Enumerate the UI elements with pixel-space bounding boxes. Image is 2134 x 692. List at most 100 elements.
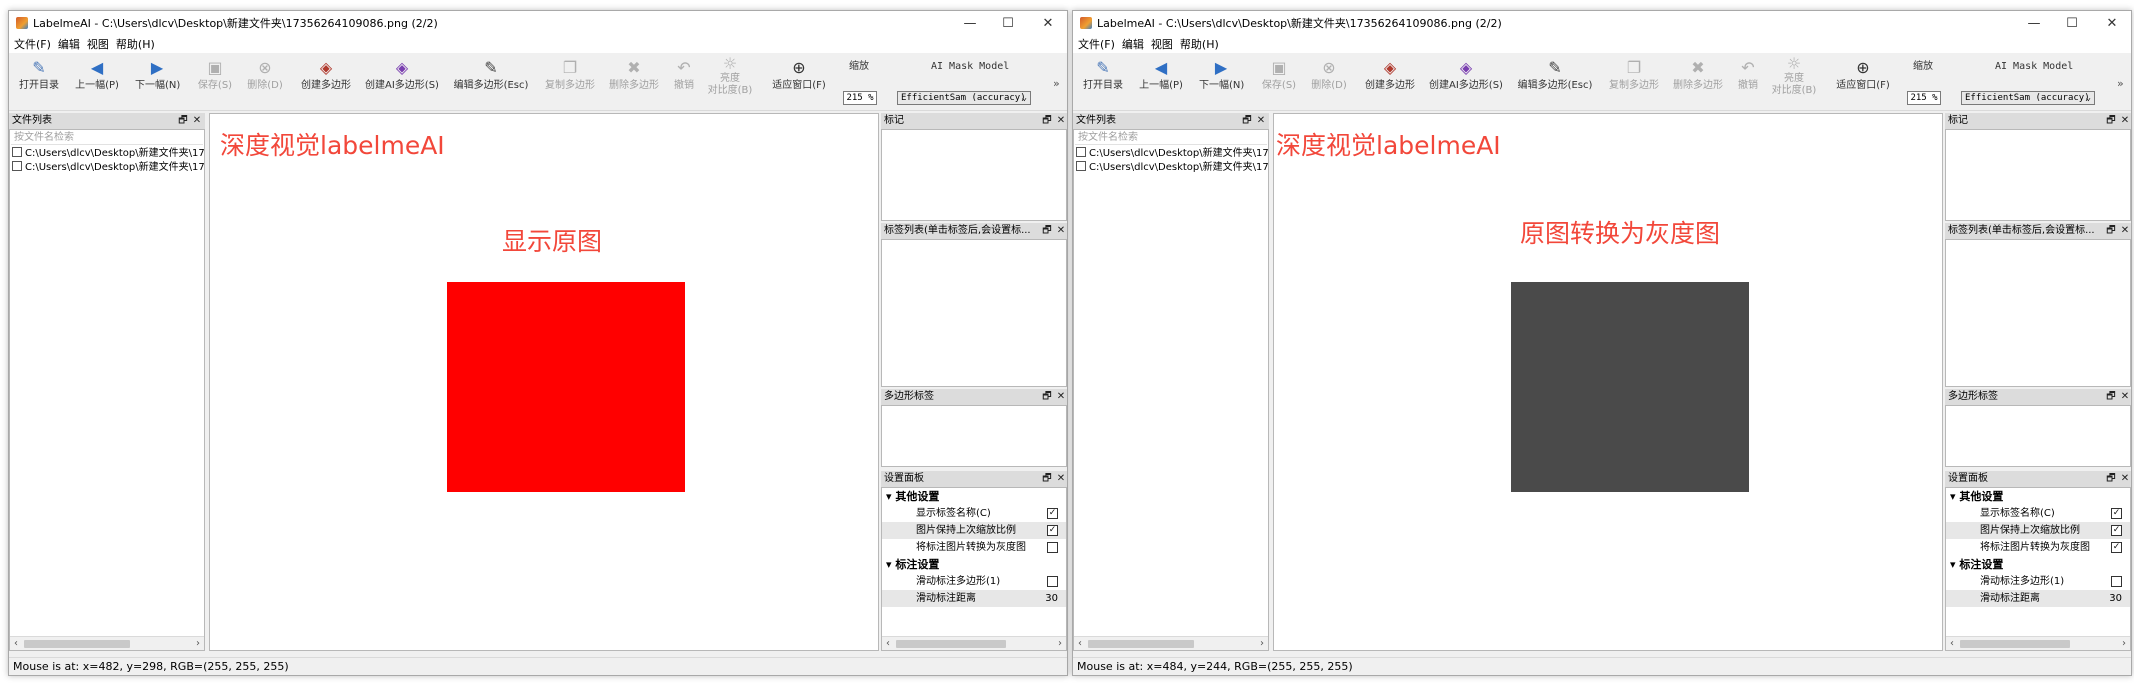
float-icon[interactable]: 🗗 [1241,113,1253,129]
close-panel-icon[interactable]: ✕ [1055,223,1067,239]
scroll-left-icon[interactable]: ‹ [882,637,894,650]
distance-value[interactable]: 30 [2109,590,2122,607]
next-image-button[interactable]: ▶ 下一幅(N) [1199,57,1244,107]
checkbox[interactable] [12,147,22,157]
settings-row[interactable]: 图片保持上次缩放比例 ✓ [882,522,1066,539]
float-icon[interactable]: 🗗 [1041,389,1053,405]
settings-row[interactable]: 将标注图片转换为灰度图 [882,539,1066,556]
checkbox[interactable] [1076,161,1086,171]
file-list-item[interactable]: C:\Users\dlcv\Desktop\新建文件夹\17 [1076,161,1268,175]
file-list-item[interactable]: C:\Users\dlcv\Desktop\新建文件夹\17 [1076,147,1268,161]
settings-scrollbar[interactable]: ‹ › [1946,636,2130,650]
file-list-item[interactable]: C:\Users\dlcv\Desktop\新建文件夹\17 [12,147,204,161]
open-dir-button[interactable]: ✎ 打开目录 [1083,57,1123,107]
scroll-right-icon[interactable]: › [1054,637,1066,650]
settings-row[interactable]: 显示标签名称(C) ✓ [1946,505,2130,522]
fit-window-button[interactable]: ⊕ 适应窗口(F) [1833,57,1893,107]
checkbox[interactable] [1047,542,1058,553]
scroll-right-icon[interactable]: › [192,637,204,650]
file-search-input[interactable]: 按文件名检索 [1075,131,1267,145]
image-canvas[interactable]: 深度视觉labelmeAI 显示原图 [209,113,879,651]
settings-row[interactable]: 滑动标注距离 30 [1946,590,2130,607]
toolbar-more-button[interactable]: » [1053,77,1060,90]
ai-model-select[interactable]: EfficientSam (accuracy) ⌄ [1961,91,2095,105]
copy-polygon-button[interactable]: ❐ 复制多边形 [1607,57,1661,107]
scroll-right-icon[interactable]: › [1256,637,1268,650]
undo-button[interactable]: ↶ 撤销 [1733,57,1763,107]
menu-view[interactable]: 视图 [1151,36,1180,52]
settings-group-other[interactable]: ▾ 其他设置 [1950,488,2003,505]
create-polygon-button[interactable]: ◈ 创建多边形 [299,57,353,107]
undo-button[interactable]: ↶ 撤销 [669,57,699,107]
close-panel-icon[interactable]: ✕ [2119,389,2131,405]
brightness-contrast-button[interactable]: ☼ 亮度 对比度(B) [1769,53,1819,103]
settings-row[interactable]: 显示标签名称(C) ✓ [882,505,1066,522]
checkbox-checked[interactable]: ✓ [2111,525,2122,536]
scrollbar-thumb[interactable] [896,640,1006,648]
scrollbar-thumb[interactable] [24,640,130,648]
file-list-scrollbar[interactable]: ‹ › [1074,636,1268,650]
scroll-left-icon[interactable]: ‹ [10,637,22,650]
ai-model-select[interactable]: EfficientSam (accuracy) ⌄ [897,91,1031,105]
create-ai-polygon-button[interactable]: ◈ 创建AI多边形(S) [363,57,441,107]
menu-help[interactable]: 帮助(H) [116,36,162,52]
menu-help[interactable]: 帮助(H) [1180,36,1226,52]
checkbox[interactable] [1047,576,1058,587]
settings-row[interactable]: 将标注图片转换为灰度图 ✓ [1946,539,2130,556]
close-panel-icon[interactable]: ✕ [2119,471,2131,487]
edit-polygon-button[interactable]: ✎ 编辑多边形(Esc) [1517,57,1593,107]
menu-view[interactable]: 视图 [87,36,116,52]
zoom-spinbox[interactable]: 215 % [1907,91,1941,105]
close-panel-icon[interactable]: ✕ [191,113,203,129]
settings-row[interactable]: 滑动标注多边形(1) [882,573,1066,590]
checkbox-checked[interactable]: ✓ [2111,508,2122,519]
fit-window-button[interactable]: ⊕ 适应窗口(F) [769,57,829,107]
file-list-item[interactable]: C:\Users\dlcv\Desktop\新建文件夹\17 [12,161,204,175]
brightness-contrast-button[interactable]: ☼ 亮度 对比度(B) [705,53,755,103]
next-image-button[interactable]: ▶ 下一幅(N) [135,57,180,107]
float-icon[interactable]: 🗗 [1041,113,1053,129]
checkbox-checked[interactable]: ✓ [2111,542,2122,553]
float-icon[interactable]: 🗗 [177,113,189,129]
close-icon[interactable]: ✕ [2089,11,2131,35]
float-icon[interactable]: 🗗 [2105,113,2117,129]
settings-group-other[interactable]: ▾ 其他设置 [886,488,939,505]
close-panel-icon[interactable]: ✕ [1055,113,1067,129]
float-icon[interactable]: 🗗 [2105,223,2117,239]
float-icon[interactable]: 🗗 [2105,471,2117,487]
float-icon[interactable]: 🗗 [2105,389,2117,405]
close-panel-icon[interactable]: ✕ [2119,113,2131,129]
menu-edit[interactable]: 编辑 [58,36,87,52]
settings-scrollbar[interactable]: ‹ › [882,636,1066,650]
image-canvas[interactable]: 深度视觉labelmeAI 原图转换为灰度图 [1273,113,1943,651]
settings-group-annotation[interactable]: ▾ 标注设置 [1950,556,2003,573]
zoom-spinbox[interactable]: 215 % [843,91,877,105]
checkbox[interactable] [2111,576,2122,587]
file-list-scrollbar[interactable]: ‹ › [10,636,204,650]
save-button[interactable]: ▣ 保存(S) [195,57,235,107]
distance-value[interactable]: 30 [1045,590,1058,607]
scroll-right-icon[interactable]: › [2118,637,2130,650]
edit-polygon-button[interactable]: ✎ 编辑多边形(Esc) [453,57,529,107]
title-bar[interactable]: LabelmeAI - C:\Users\dlcv\Desktop\新建文件夹\… [1073,11,2131,35]
create-ai-polygon-button[interactable]: ◈ 创建AI多边形(S) [1427,57,1505,107]
menu-edit[interactable]: 编辑 [1122,36,1151,52]
close-panel-icon[interactable]: ✕ [1055,471,1067,487]
delete-file-button[interactable]: ⊗ 删除(D) [245,57,285,107]
close-icon[interactable]: ✕ [1025,11,1067,35]
prev-image-button[interactable]: ◀ 上一幅(P) [1139,57,1183,107]
delete-file-button[interactable]: ⊗ 删除(D) [1309,57,1349,107]
close-panel-icon[interactable]: ✕ [1055,389,1067,405]
scroll-left-icon[interactable]: ‹ [1074,637,1086,650]
close-panel-icon[interactable]: ✕ [2119,223,2131,239]
settings-row[interactable]: 滑动标注距离 30 [882,590,1066,607]
settings-row[interactable]: 图片保持上次缩放比例 ✓ [1946,522,2130,539]
float-icon[interactable]: 🗗 [1041,471,1053,487]
delete-polygon-button[interactable]: ✖ 删除多边形 [1671,57,1725,107]
copy-polygon-button[interactable]: ❐ 复制多边形 [543,57,597,107]
checkbox[interactable] [12,161,22,171]
checkbox-checked[interactable]: ✓ [1047,508,1058,519]
save-button[interactable]: ▣ 保存(S) [1259,57,1299,107]
scroll-left-icon[interactable]: ‹ [1946,637,1958,650]
menu-file[interactable]: 文件(F) [1078,36,1122,52]
